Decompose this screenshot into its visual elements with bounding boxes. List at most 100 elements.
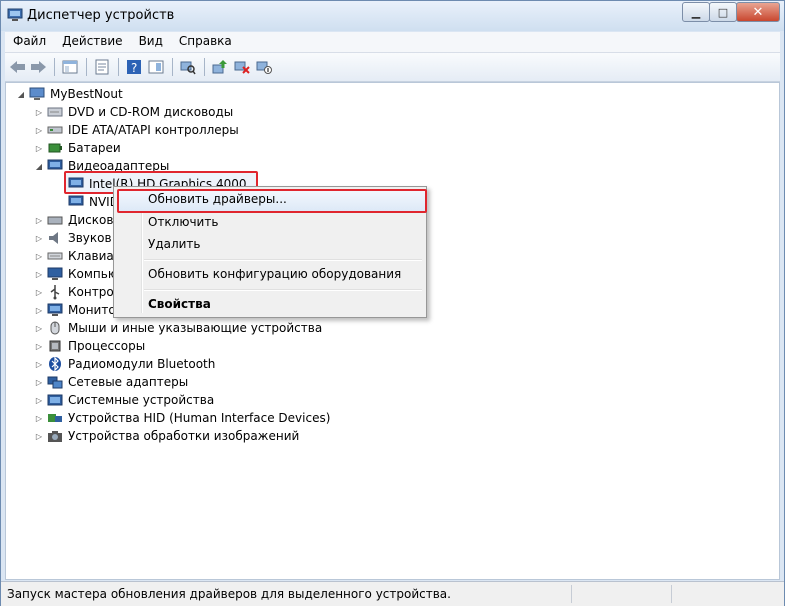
- view-toolbar-button[interactable]: [147, 58, 165, 76]
- category-label: Сетевые адаптеры: [68, 375, 189, 389]
- expand-icon[interactable]: ▷: [34, 324, 44, 333]
- disable-toolbar-button[interactable]: [255, 58, 273, 76]
- tree-category-hid[interactable]: ▷ Устройства HID (Human Interface Device…: [34, 409, 330, 427]
- help-icon: ?: [127, 60, 141, 75]
- update-driver-toolbar-button[interactable]: [211, 58, 229, 76]
- uninstall-toolbar-button[interactable]: [233, 58, 251, 76]
- speaker-icon: [47, 230, 63, 246]
- maximize-button[interactable]: □: [709, 2, 737, 22]
- menu-view[interactable]: Вид: [131, 32, 171, 52]
- collapse-icon[interactable]: ◢: [34, 162, 44, 171]
- tree-category-mice[interactable]: ▷ Мыши и иные указывающие устройства: [34, 319, 322, 337]
- category-label: Дисков: [68, 213, 114, 227]
- forward-arrow-icon: [31, 61, 46, 73]
- properties-icon: [95, 59, 109, 75]
- device-manager-window: Диспетчер устройств ▁ □ ✕ Файл Действие …: [0, 0, 785, 606]
- forward-button[interactable]: [29, 58, 47, 76]
- expand-icon[interactable]: ▷: [34, 270, 44, 279]
- help-button[interactable]: ?: [125, 58, 143, 76]
- scan-hardware-icon: [180, 61, 196, 75]
- console-tree-icon: [62, 60, 78, 74]
- expand-icon[interactable]: ▷: [34, 108, 44, 117]
- tree-device-nvidia[interactable]: NVID: [68, 193, 119, 211]
- scan-hardware-menu-item[interactable]: Обновить конфигурацию оборудования: [148, 263, 401, 285]
- toolbar-separator: [86, 58, 87, 76]
- tree-category-bluetooth[interactable]: ▷ Радиомодули Bluetooth: [34, 355, 215, 373]
- expand-icon[interactable]: ▷: [34, 414, 44, 423]
- toolbar-separator: [172, 58, 173, 76]
- scan-hardware-toolbar-button[interactable]: [179, 58, 197, 76]
- tree-category-computer[interactable]: ▷ Компью: [34, 265, 118, 283]
- monitor-icon: [47, 302, 63, 318]
- optical-drive-icon: [47, 104, 63, 120]
- device-manager-icon: [7, 7, 23, 23]
- back-button[interactable]: [9, 58, 27, 76]
- tree-category-batteries[interactable]: ▷ Батареи: [34, 139, 121, 157]
- category-label: Мыши и иные указывающие устройства: [68, 321, 323, 335]
- keyboard-icon: [47, 248, 63, 264]
- minimize-button[interactable]: ▁: [682, 2, 710, 22]
- expand-icon[interactable]: ▷: [34, 378, 44, 387]
- tree-category-network[interactable]: ▷ Сетевые адаптеры: [34, 373, 188, 391]
- category-label: Процессоры: [68, 339, 146, 353]
- close-button[interactable]: ✕: [736, 2, 780, 22]
- tree-category-processors[interactable]: ▷ Процессоры: [34, 337, 145, 355]
- tree-category-sound[interactable]: ▷ Звуков: [34, 229, 112, 247]
- menu-separator: [144, 259, 422, 261]
- expand-icon[interactable]: ▷: [34, 144, 44, 153]
- uninstall-icon: [234, 61, 250, 74]
- status-text: Запуск мастера обновления драйверов для …: [7, 587, 451, 601]
- delete-menu-item[interactable]: Удалить: [148, 233, 201, 255]
- processor-icon: [47, 338, 63, 354]
- category-label: Устройства обработки изображений: [68, 429, 300, 443]
- expand-icon[interactable]: ▷: [34, 126, 44, 135]
- tree-category-disks[interactable]: ▷ Дисков: [34, 211, 114, 229]
- toolbar: ?: [5, 53, 780, 82]
- tree-root-label: MyBestNout: [50, 87, 123, 101]
- properties-menu-item[interactable]: Свойства: [148, 293, 211, 315]
- category-label: Системные устройства: [68, 393, 215, 407]
- expand-icon[interactable]: ▷: [34, 360, 44, 369]
- expand-icon[interactable]: ▷: [34, 396, 44, 405]
- title-bar[interactable]: Диспетчер устройств ▁ □ ✕: [1, 1, 784, 31]
- expand-icon[interactable]: ▷: [34, 234, 44, 243]
- tree-category-imaging[interactable]: ▷ Устройства обработки изображений: [34, 427, 299, 445]
- display-adapter-icon: [68, 194, 84, 210]
- expand-icon[interactable]: ▷: [34, 306, 44, 315]
- tree-root[interactable]: ◢ MyBestNout: [16, 85, 123, 103]
- minimize-icon: ▁: [691, 5, 701, 19]
- status-bar: Запуск мастера обновления драйверов для …: [1, 581, 784, 606]
- maximize-icon: □: [717, 5, 729, 19]
- tree-category-system[interactable]: ▷ Системные устройства: [34, 391, 214, 409]
- tree-category-dvd[interactable]: ▷ DVD и CD-ROM дисководы: [34, 103, 233, 121]
- show-hide-tree-button[interactable]: [61, 58, 79, 76]
- menu-help[interactable]: Справка: [171, 32, 240, 52]
- back-arrow-icon: [10, 61, 25, 73]
- category-label: Радиомодули Bluetooth: [68, 357, 216, 371]
- tree-category-monitors[interactable]: ▷ Монито: [34, 301, 116, 319]
- collapse-icon[interactable]: ◢: [16, 90, 26, 99]
- update-drivers-menu-item[interactable]: Обновить драйверы...: [148, 188, 287, 210]
- network-adapter-icon: [47, 374, 63, 390]
- menu-file[interactable]: Файл: [5, 32, 54, 52]
- tree-category-keyboards[interactable]: ▷ Клавиат: [34, 247, 121, 265]
- disable-menu-item[interactable]: Отключить: [148, 211, 218, 233]
- menu-action[interactable]: Действие: [54, 32, 130, 52]
- expand-icon[interactable]: ▷: [34, 432, 44, 441]
- context-menu: Обновить драйверы... Отключить Удалить О…: [113, 186, 427, 318]
- expand-icon[interactable]: ▷: [34, 342, 44, 351]
- toolbar-separator: [204, 58, 205, 76]
- disable-device-icon: [256, 61, 272, 74]
- mouse-icon: [47, 320, 63, 336]
- usb-icon: [47, 284, 63, 300]
- view-panel-icon: [148, 60, 164, 74]
- ide-controller-icon: [47, 122, 63, 138]
- tree-category-ide[interactable]: ▷ IDE ATA/ATAPI контроллеры: [34, 121, 239, 139]
- category-label: Звуков: [68, 231, 112, 245]
- expand-icon[interactable]: ▷: [34, 288, 44, 297]
- expand-icon[interactable]: ▷: [34, 252, 44, 261]
- tree-category-controllers[interactable]: ▷ Контрол: [34, 283, 121, 301]
- properties-toolbar-button[interactable]: [93, 58, 111, 76]
- expand-icon[interactable]: ▷: [34, 216, 44, 225]
- category-label: Батареи: [68, 141, 121, 155]
